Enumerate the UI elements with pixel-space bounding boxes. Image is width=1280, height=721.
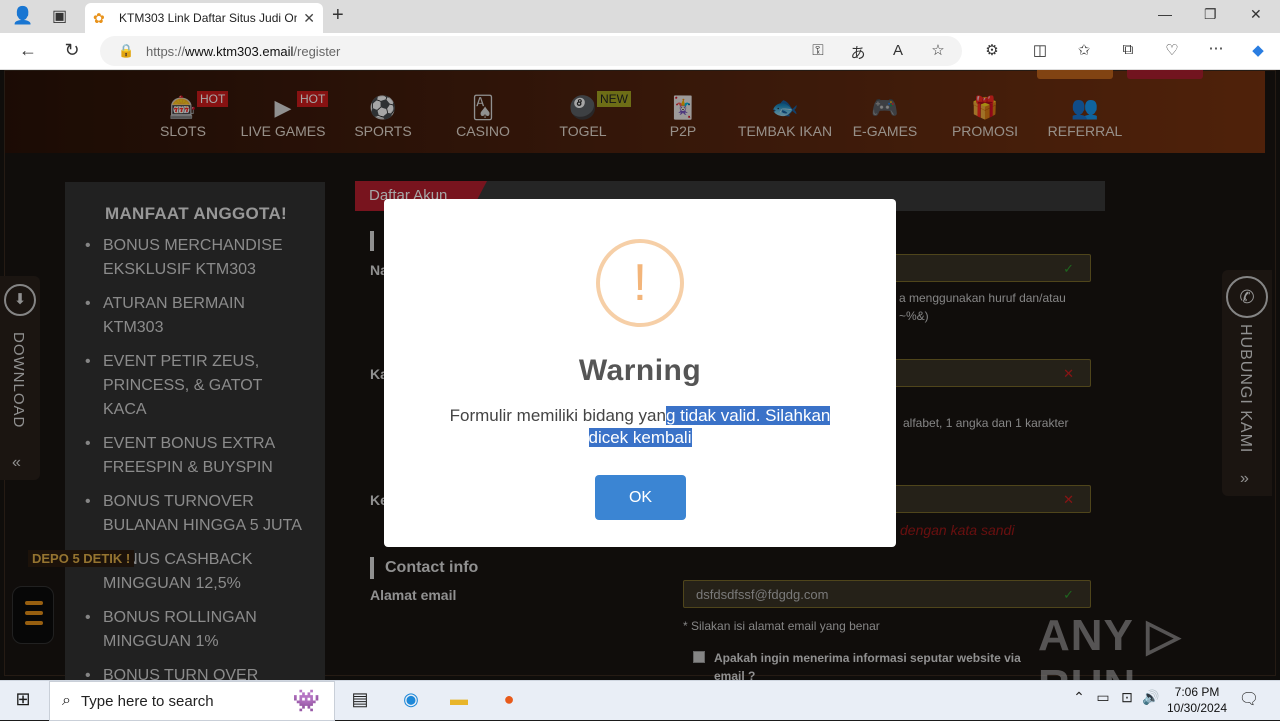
url-prefix: https:// bbox=[146, 43, 186, 59]
file-explorer-icon[interactable]: ▬ bbox=[446, 689, 472, 710]
address-toolbar: ← ↻ 🔒 https://www.ktm303.email/register … bbox=[0, 33, 1280, 70]
translate-icon[interactable]: あ bbox=[848, 42, 868, 63]
tray-device-icon[interactable]: ▭ bbox=[1090, 689, 1116, 706]
restore-icon[interactable]: ❐ bbox=[1204, 6, 1217, 23]
browser-tab-active[interactable]: ✿ KTM303 Link Daftar Situs Judi Onl ✕ bbox=[85, 3, 323, 33]
copilot-icon[interactable]: ◆ bbox=[1248, 41, 1268, 59]
web-page: 🎰 SLOTS HOT ▶ LIVE GAMES HOT ⚽ SPORTS 🂡 CASINO 🎱 TO… bbox=[0, 70, 1280, 680]
close-tab-icon[interactable]: ✕ bbox=[303, 10, 315, 27]
network-icon[interactable]: ⊡ bbox=[1114, 689, 1140, 706]
start-windows-icon[interactable]: ⊞ bbox=[10, 689, 36, 710]
message-text: Formulir memiliki bidang yan bbox=[449, 406, 666, 425]
tab-actions-icon[interactable]: ▣ bbox=[52, 6, 67, 26]
performance-icon[interactable]: ♡ bbox=[1162, 41, 1182, 59]
url-host: www.ktm303.email bbox=[185, 43, 294, 59]
taskbar-clock[interactable]: 7:06 PM 10/30/2024 bbox=[1160, 684, 1234, 716]
ok-button[interactable]: OK bbox=[595, 475, 686, 520]
search-placeholder: Type here to search bbox=[80, 692, 214, 710]
minimize-icon[interactable]: — bbox=[1158, 6, 1172, 22]
read-aloud-icon[interactable]: A bbox=[888, 42, 908, 59]
clock-time: 7:06 PM bbox=[1174, 685, 1220, 699]
clock-date: 10/30/2024 bbox=[1166, 701, 1228, 715]
key-icon[interactable]: ⚿ bbox=[808, 42, 828, 59]
lock-icon: 🔒 bbox=[118, 43, 135, 58]
new-tab-icon[interactable]: + bbox=[332, 4, 344, 27]
tab-title: KTM303 Link Daftar Situs Judi Onl bbox=[119, 11, 298, 25]
notifications-icon[interactable]: 🗨 bbox=[1236, 689, 1262, 709]
warning-dialog: ! Warning Formulir memiliki bidang yang … bbox=[384, 199, 896, 547]
windows-taskbar: ⊞ ⌕ Type here to search 👾 ▤ ◉ ▬ ● ⌃ ▭ ⊡ … bbox=[0, 680, 1280, 721]
taskbar-search[interactable]: ⌕ Type here to search 👾 bbox=[49, 681, 335, 721]
back-icon[interactable]: ← bbox=[18, 40, 38, 61]
split-screen-icon[interactable]: ◫ bbox=[1030, 41, 1050, 59]
profile-icon[interactable]: 👤 bbox=[12, 6, 33, 26]
favorites-icon[interactable]: ✩ bbox=[1074, 41, 1094, 59]
warning-exclamation-icon: ! bbox=[596, 239, 684, 327]
search-icon: ⌕ bbox=[62, 692, 71, 709]
collections-icon[interactable]: ⧉ bbox=[1118, 41, 1138, 58]
task-view-icon[interactable]: ▤ bbox=[347, 689, 373, 710]
edge-taskbar-icon[interactable]: ◉ bbox=[398, 689, 424, 710]
search-mascot-icon: 👾 bbox=[292, 688, 320, 713]
extensions-icon[interactable]: ⚙ bbox=[982, 41, 1002, 59]
favorite-star-icon[interactable]: ☆ bbox=[928, 41, 948, 59]
dialog-title: Warning bbox=[578, 354, 702, 387]
firefox-icon[interactable]: ● bbox=[496, 689, 522, 710]
dialog-message: Formulir memiliki bidang yang tidak vali… bbox=[434, 405, 846, 449]
tray-chevron-up-icon[interactable]: ⌃ bbox=[1066, 689, 1092, 706]
modal-overlay: ! Warning Formulir memiliki bidang yang … bbox=[0, 70, 1280, 680]
refresh-icon[interactable]: ↻ bbox=[62, 40, 82, 61]
url-field[interactable]: 🔒 https://www.ktm303.email/register bbox=[100, 36, 962, 66]
browser-tab-bar: 👤 ▣ ✿ KTM303 Link Daftar Situs Judi Onl … bbox=[0, 0, 1280, 33]
site-favicon-icon: ✿ bbox=[93, 10, 105, 26]
url-path: /register bbox=[293, 43, 341, 59]
more-menu-icon[interactable]: ⋯ bbox=[1206, 39, 1226, 57]
close-window-icon[interactable]: ✕ bbox=[1250, 6, 1262, 23]
